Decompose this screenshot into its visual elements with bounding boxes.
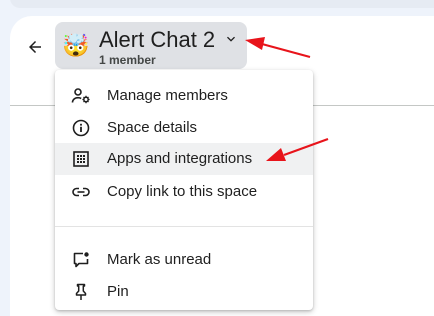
arrow-back-icon (29, 41, 41, 53)
menu-item-label: Copy link to this space (107, 183, 258, 200)
space-avatar: 🤯 (62, 33, 90, 59)
menu-item-copy-link[interactable]: Copy link to this space (55, 176, 313, 208)
menu-item-label: Manage members (107, 87, 228, 104)
link-icon (71, 182, 91, 202)
info-icon (71, 118, 91, 138)
back-button[interactable] (20, 32, 50, 62)
menu-divider (55, 226, 313, 227)
member-count: 1 member (99, 53, 156, 67)
manage-members-icon (71, 86, 91, 106)
menu-item-label: Mark as unread (107, 251, 212, 268)
space-options-menu: Manage members Space details Apps and in… (55, 70, 313, 310)
chevron-down-icon (227, 36, 235, 42)
pin-icon (71, 282, 91, 302)
apps-grid-icon (71, 149, 91, 169)
menu-item-manage-members[interactable]: Manage members (55, 80, 313, 112)
menu-item-label: Apps and integrations (107, 150, 253, 167)
mark-unread-icon (71, 250, 91, 270)
menu-item-space-details[interactable]: Space details (55, 112, 313, 144)
menu-item-pin[interactable]: Pin (55, 276, 313, 308)
top-bar-edge (10, 0, 434, 8)
menu-item-mark-as-unread[interactable]: Mark as unread (55, 244, 313, 276)
menu-item-apps-and-integrations[interactable]: Apps and integrations (55, 143, 313, 175)
menu-item-label: Pin (107, 283, 129, 300)
menu-item-label: Space details (107, 119, 198, 136)
space-title: Alert Chat 2 (99, 27, 216, 52)
space-header-button[interactable]: 🤯 Alert Chat 2 1 member (55, 22, 247, 69)
